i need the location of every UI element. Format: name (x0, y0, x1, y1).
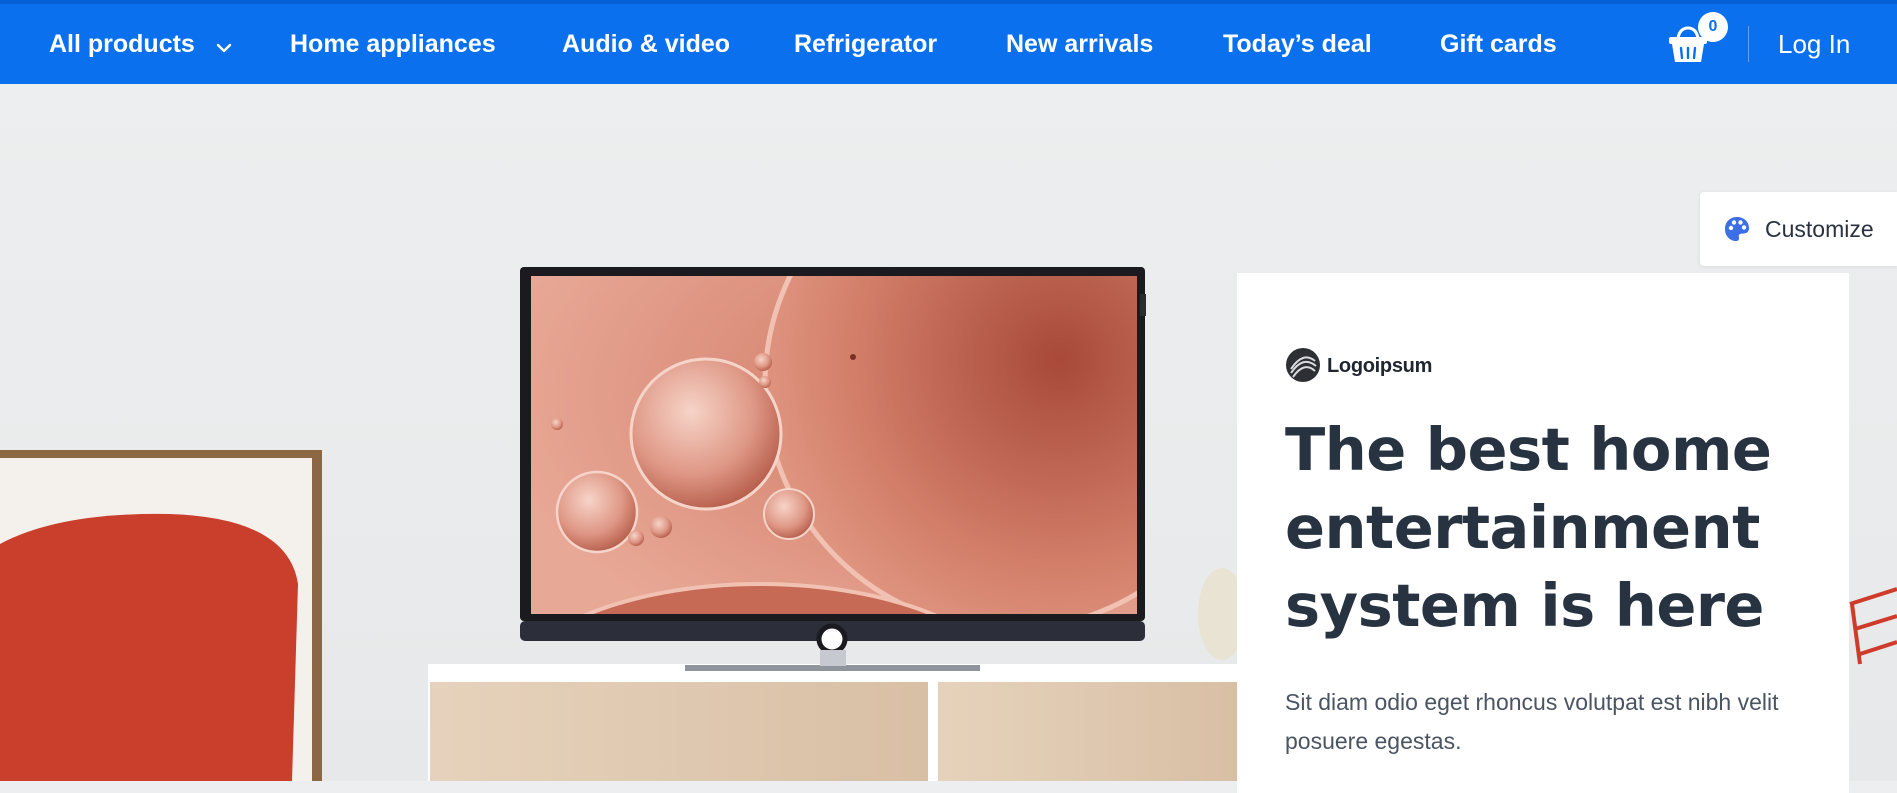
nav-gift-cards[interactable]: Gift cards (1440, 4, 1557, 84)
nav-audio-video[interactable]: Audio & video (562, 4, 730, 84)
top-navigation: All products Home appliances Audio & vid… (0, 0, 1897, 84)
hero-description: Sit diam odio eget rhoncus volutpat est … (1285, 689, 1779, 754)
nav-todays-deal[interactable]: Today’s deal (1223, 4, 1372, 84)
brand-name: Logoipsum (1327, 355, 1433, 377)
customize-button[interactable]: Customize (1700, 192, 1897, 266)
customize-label: Customize (1765, 216, 1874, 242)
nav-divider (1748, 26, 1749, 62)
login-link[interactable]: Log In (1778, 4, 1850, 84)
nav-new-arrivals[interactable]: New arrivals (1006, 4, 1153, 84)
nav-refrigerator[interactable]: Refrigerator (794, 4, 937, 84)
all-products-label: All products (49, 30, 195, 58)
cart-count-badge: 0 (1698, 12, 1728, 42)
hero-card: Logoipsum The best home entertainment sy… (1237, 273, 1849, 793)
all-products-menu[interactable]: All products (49, 4, 232, 84)
hero-headline: The best home entertainment system is he… (1285, 415, 1772, 640)
brand-logo-icon (1285, 347, 1321, 388)
nav-home-appliances[interactable]: Home appliances (290, 4, 496, 84)
chevron-down-icon (216, 5, 232, 85)
palette-icon (1724, 216, 1750, 247)
